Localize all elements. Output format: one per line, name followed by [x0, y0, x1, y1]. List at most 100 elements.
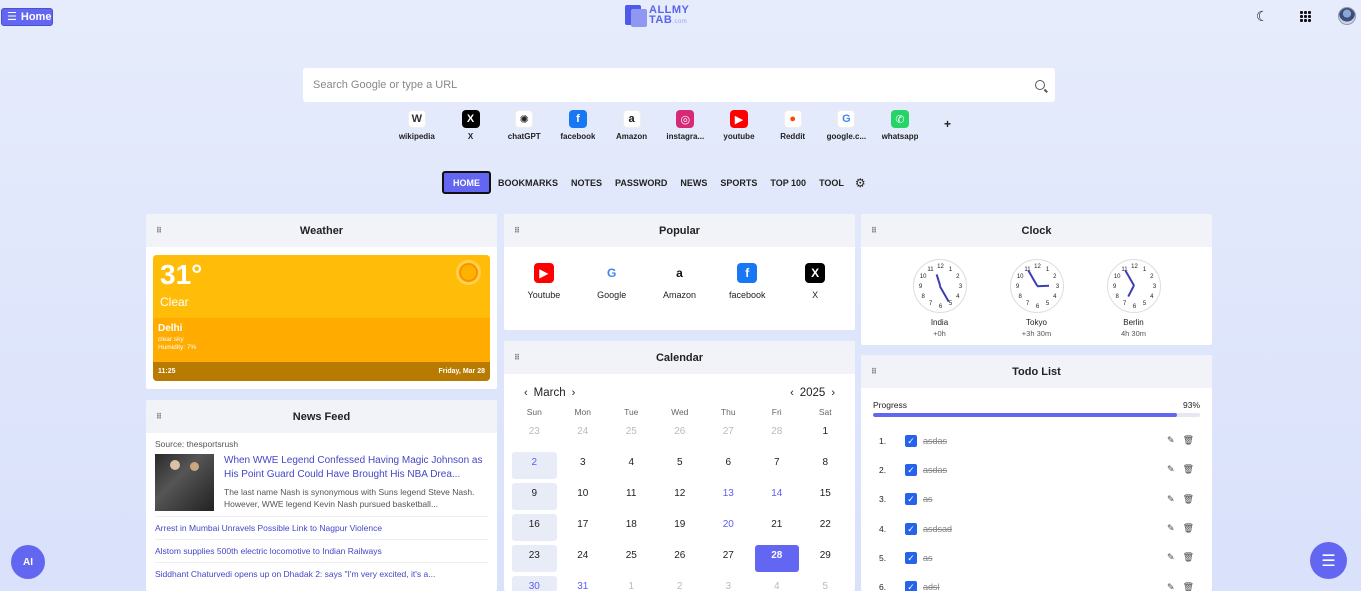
calendar-day[interactable]: 26	[658, 421, 703, 448]
todo-checkbox[interactable]: ✓	[905, 551, 917, 564]
calendar-day[interactable]: 21	[755, 514, 800, 541]
news-link[interactable]: Siddhant Chaturvedi opens up on Dhadak 2…	[155, 562, 488, 585]
calendar-day[interactable]: 8	[803, 452, 848, 479]
trash-icon[interactable]: 🗑	[1183, 494, 1194, 505]
calendar-day[interactable]: 1	[609, 576, 654, 591]
news-link[interactable]: Alstom supplies 500th electric locomotiv…	[155, 539, 488, 562]
search-bar[interactable]	[303, 68, 1055, 102]
logo[interactable]: ALLMY TAB.com	[625, 5, 689, 27]
calendar-day[interactable]: 4	[755, 576, 800, 591]
ai-assistant-button[interactable]: AI	[11, 545, 45, 579]
drag-handle-icon[interactable]: ⠿	[514, 226, 520, 235]
calendar-day[interactable]: 3	[706, 576, 751, 591]
drag-handle-icon[interactable]: ⠿	[156, 226, 162, 235]
menu-fab-button[interactable]: ☰	[1310, 542, 1347, 579]
popular-google[interactable]: G Google	[582, 263, 642, 300]
calendar-day[interactable]: 23	[512, 545, 557, 572]
calendar-day[interactable]: 11	[609, 483, 654, 510]
news-featured[interactable]: When WWE Legend Confessed Having Magic J…	[146, 449, 497, 516]
shortcut-amazon[interactable]: a Amazon	[605, 110, 659, 141]
shortcut-youtube[interactable]: ▶ youtube	[712, 110, 766, 141]
shortcut-facebook[interactable]: f facebook	[551, 110, 605, 141]
news-thumbnail[interactable]	[155, 454, 214, 511]
drag-handle-icon[interactable]: ⠿	[514, 353, 520, 362]
calendar-day[interactable]: 14	[755, 483, 800, 510]
tab-notes[interactable]: NOTES	[565, 171, 608, 194]
calendar-day[interactable]: 9	[512, 483, 557, 510]
tab-password[interactable]: PASSWORD	[609, 171, 673, 194]
calendar-day[interactable]: 25	[609, 421, 654, 448]
prev-year-chevron-icon[interactable]: ‹	[790, 387, 794, 399]
calendar-day[interactable]: 17	[561, 514, 606, 541]
home-button[interactable]: ☰ Home	[1, 8, 53, 26]
calendar-day[interactable]: 27	[706, 421, 751, 448]
dark-mode-moon-icon[interactable]: ☾	[1256, 9, 1270, 23]
calendar-day[interactable]: 15	[803, 483, 848, 510]
next-month-chevron-icon[interactable]: ›	[572, 387, 576, 399]
calendar-day[interactable]: 16	[512, 514, 557, 541]
shortcut-instagra[interactable]: ◎ instagra...	[658, 110, 712, 141]
search-input[interactable]	[313, 79, 1035, 91]
calendar-day[interactable]: 24	[561, 545, 606, 572]
calendar-day[interactable]: 25	[609, 545, 654, 572]
search-icon[interactable]	[1035, 80, 1045, 90]
calendar-day[interactable]: 27	[706, 545, 751, 572]
calendar-day[interactable]: 29	[803, 545, 848, 572]
shortcut-googlec[interactable]: Ggoogle.c...	[820, 110, 874, 141]
trash-icon[interactable]: 🗑	[1183, 582, 1194, 591]
calendar-day[interactable]: 3	[561, 452, 606, 479]
settings-gear-icon[interactable]: ⚙	[855, 176, 866, 190]
calendar-day[interactable]: 18	[609, 514, 654, 541]
avatar[interactable]	[1338, 7, 1356, 25]
todo-checkbox[interactable]: ✓	[905, 581, 917, 591]
todo-checkbox[interactable]: ✓	[905, 463, 917, 476]
trash-icon[interactable]: 🗑	[1183, 435, 1194, 446]
tab-bookmarks[interactable]: BOOKMARKS	[492, 171, 564, 194]
next-year-chevron-icon[interactable]: ›	[831, 387, 835, 399]
shortcut-x[interactable]: XX	[444, 110, 498, 141]
prev-month-chevron-icon[interactable]: ‹	[524, 387, 528, 399]
news-link[interactable]: Arrest in Mumbai Unravels Possible Link …	[155, 516, 488, 539]
tab-sports[interactable]: SPORTS	[714, 171, 763, 194]
trash-icon[interactable]: 🗑	[1183, 552, 1194, 563]
drag-handle-icon[interactable]: ⠿	[871, 226, 877, 235]
calendar-day[interactable]: 19	[658, 514, 703, 541]
calendar-day[interactable]: 23	[512, 421, 557, 448]
popular-youtube[interactable]: ▶ Youtube	[514, 263, 574, 300]
calendar-day[interactable]: 20	[706, 514, 751, 541]
calendar-day[interactable]: 4	[609, 452, 654, 479]
calendar-day[interactable]: 24	[561, 421, 606, 448]
calendar-day[interactable]: 28	[755, 421, 800, 448]
shortcut-wikipedia[interactable]: Wwikipedia	[390, 110, 444, 141]
shortcut-chatgpt[interactable]: ✺ chatGPT	[497, 110, 551, 141]
edit-icon[interactable]: ✎	[1167, 523, 1175, 534]
shortcut-whatsapp[interactable]: ✆ whatsapp	[873, 110, 927, 141]
tab-news[interactable]: NEWS	[674, 171, 713, 194]
tab-top-100[interactable]: TOP 100	[764, 171, 812, 194]
tab-tool[interactable]: TOOL	[813, 171, 850, 194]
drag-handle-icon[interactable]: ⠿	[156, 412, 162, 421]
calendar-day[interactable]: 5	[658, 452, 703, 479]
calendar-day[interactable]: 26	[658, 545, 703, 572]
trash-icon[interactable]: 🗑	[1183, 464, 1194, 475]
calendar-day[interactable]: 30	[512, 576, 557, 591]
calendar-day[interactable]: 2	[512, 452, 557, 479]
shortcut-reddit[interactable]: ● Reddit	[766, 110, 820, 141]
calendar-day[interactable]: 31	[561, 576, 606, 591]
todo-checkbox[interactable]: ✓	[905, 434, 917, 447]
edit-icon[interactable]: ✎	[1167, 552, 1175, 563]
drag-handle-icon[interactable]: ⠿	[871, 367, 877, 376]
calendar-day[interactable]: 7	[755, 452, 800, 479]
calendar-day[interactable]: 2	[658, 576, 703, 591]
edit-icon[interactable]: ✎	[1167, 582, 1175, 591]
calendar-day-today[interactable]: 28	[754, 545, 799, 572]
add-shortcut-button[interactable]: +	[944, 117, 951, 131]
calendar-day[interactable]: 6	[706, 452, 751, 479]
popular-amazon[interactable]: a Amazon	[649, 263, 709, 300]
trash-icon[interactable]: 🗑	[1183, 523, 1194, 534]
news-featured-title[interactable]: When WWE Legend Confessed Having Magic J…	[224, 454, 488, 482]
edit-icon[interactable]: ✎	[1167, 464, 1175, 475]
popular-x[interactable]: XX	[785, 263, 845, 300]
todo-checkbox[interactable]: ✓	[905, 493, 917, 506]
popular-facebook[interactable]: f facebook	[717, 263, 777, 300]
